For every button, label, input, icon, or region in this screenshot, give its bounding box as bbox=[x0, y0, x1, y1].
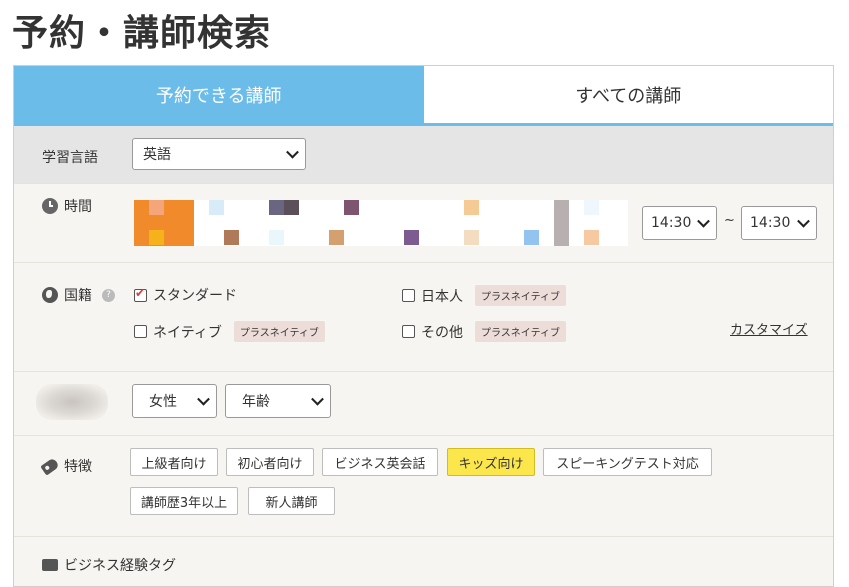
feature-chip-experienced[interactable]: 講師歴3年以上 bbox=[130, 487, 238, 515]
heatmap-cell[interactable] bbox=[404, 230, 419, 245]
nationality-other-label: その他 bbox=[421, 324, 463, 341]
heatmap-cell[interactable] bbox=[209, 200, 224, 215]
age-value: 年齢 bbox=[242, 394, 270, 410]
time-from-select[interactable]: 14:30 bbox=[642, 206, 717, 240]
checkbox-icon[interactable] bbox=[402, 289, 415, 302]
time-availability-heatmap[interactable] bbox=[134, 200, 628, 246]
plus-native-tag: プラスネイティブ bbox=[233, 321, 325, 342]
experience-label-group: ビジネス経験タグ bbox=[42, 555, 176, 575]
heatmap-cell[interactable] bbox=[584, 200, 599, 215]
plus-native-tag: プラスネイティブ bbox=[475, 285, 566, 306]
time-label: 時間 bbox=[64, 199, 92, 215]
nationality-standard-label: スタンダード bbox=[153, 288, 237, 304]
feature-chip-new-teacher[interactable]: 新人講師 bbox=[248, 487, 335, 515]
features-label-group: 特徴 bbox=[40, 456, 92, 476]
features-row: 特徴 上級者向け 初心者向け ビジネス英会話 キッズ向け スピーキングテスト対応… bbox=[14, 436, 833, 537]
chevron-down-icon bbox=[286, 145, 299, 159]
language-select[interactable]: 英語 bbox=[132, 138, 306, 170]
experience-label: ビジネス経験タグ bbox=[64, 558, 176, 574]
tab-all-teachers[interactable]: すべての講師 bbox=[423, 66, 833, 123]
heatmap-cell[interactable] bbox=[269, 200, 284, 215]
nationality-standard[interactable]: スタンダード bbox=[134, 285, 237, 305]
heatmap-cell[interactable] bbox=[134, 200, 194, 246]
age-select[interactable]: 年齢 bbox=[225, 384, 331, 418]
time-from-value: 14:30 bbox=[651, 215, 692, 231]
blurred-label bbox=[36, 384, 108, 420]
nationality-label-group: 国籍 ? bbox=[42, 285, 115, 305]
globe-icon bbox=[42, 287, 58, 303]
heatmap-cell[interactable] bbox=[464, 230, 479, 245]
chevron-down-icon bbox=[797, 214, 810, 228]
time-row: 時間 14:30 ~ 14:30 bbox=[14, 184, 833, 263]
nationality-native-label: ネイティブ bbox=[153, 324, 222, 341]
experience-row: ビジネス経験タグ bbox=[14, 537, 833, 586]
plus-native-tag: プラスネイティブ bbox=[475, 321, 566, 342]
feature-chip-kids[interactable]: キッズ向け bbox=[447, 448, 535, 476]
language-row: 学習言語 英語 bbox=[14, 126, 833, 184]
nationality-native[interactable]: ネイティブ プラスネイティブ bbox=[134, 321, 325, 342]
nationality-other[interactable]: その他 プラスネイティブ bbox=[402, 321, 566, 342]
nationality-label: 国籍 bbox=[64, 288, 92, 304]
nationality-japanese-label: 日本人 bbox=[421, 288, 463, 305]
language-value: 英語 bbox=[143, 147, 171, 163]
heatmap-cell[interactable] bbox=[269, 230, 284, 245]
language-label: 学習言語 bbox=[42, 150, 98, 166]
heatmap-cell[interactable] bbox=[344, 200, 359, 215]
chevron-down-icon bbox=[197, 392, 210, 406]
heatmap-cell[interactable] bbox=[149, 230, 164, 245]
chevron-down-icon bbox=[311, 392, 324, 406]
customize-link[interactable]: カスタマイズ bbox=[730, 319, 808, 338]
feature-chip-advanced[interactable]: 上級者向け bbox=[130, 448, 218, 476]
gender-value: 女性 bbox=[149, 394, 177, 410]
nationality-row: 国籍 ? スタンダード 日本人 プラスネイティブ ネイティブ プラスネイティブ … bbox=[14, 263, 833, 372]
heatmap-cell[interactable] bbox=[464, 200, 479, 215]
time-to-value: 14:30 bbox=[750, 215, 791, 231]
help-icon[interactable]: ? bbox=[102, 288, 115, 302]
feature-chip-business[interactable]: ビジネス英会話 bbox=[322, 448, 438, 476]
heatmap-cell[interactable] bbox=[584, 230, 599, 245]
tab-bar: 予約できる講師 すべての講師 bbox=[14, 66, 833, 126]
feature-chip-beginner[interactable]: 初心者向け bbox=[226, 448, 314, 476]
time-to-select[interactable]: 14:30 bbox=[741, 206, 817, 240]
chevron-down-icon bbox=[697, 214, 710, 228]
heatmap-cell[interactable] bbox=[149, 200, 164, 215]
search-panel: 予約できる講師 すべての講師 学習言語 英語 時間 14:30 ~ 14:30 … bbox=[13, 65, 834, 587]
time-label-group: 時間 bbox=[42, 196, 92, 216]
checkbox-icon[interactable] bbox=[134, 325, 147, 338]
heatmap-cell[interactable] bbox=[554, 200, 569, 246]
checkbox-checked-icon[interactable] bbox=[134, 286, 147, 302]
page-title: 予約・講師検索 bbox=[12, 13, 272, 54]
gender-row: 女性 年齢 bbox=[14, 372, 833, 436]
heatmap-cell[interactable] bbox=[224, 230, 239, 245]
features-label: 特徴 bbox=[64, 459, 92, 475]
nationality-japanese[interactable]: 日本人 プラスネイティブ bbox=[402, 285, 566, 306]
clock-icon bbox=[42, 198, 58, 214]
heatmap-cell[interactable] bbox=[329, 230, 344, 245]
heatmap-cell[interactable] bbox=[284, 200, 299, 215]
checkbox-icon[interactable] bbox=[402, 325, 415, 338]
heatmap-cell[interactable] bbox=[524, 230, 539, 245]
tab-bookable-teachers[interactable]: 予約できる講師 bbox=[14, 66, 424, 123]
gender-select[interactable]: 女性 bbox=[132, 384, 217, 418]
feature-chip-speaking-test[interactable]: スピーキングテスト対応 bbox=[543, 448, 712, 476]
time-separator: ~ bbox=[724, 213, 735, 228]
tag-icon bbox=[40, 456, 60, 476]
